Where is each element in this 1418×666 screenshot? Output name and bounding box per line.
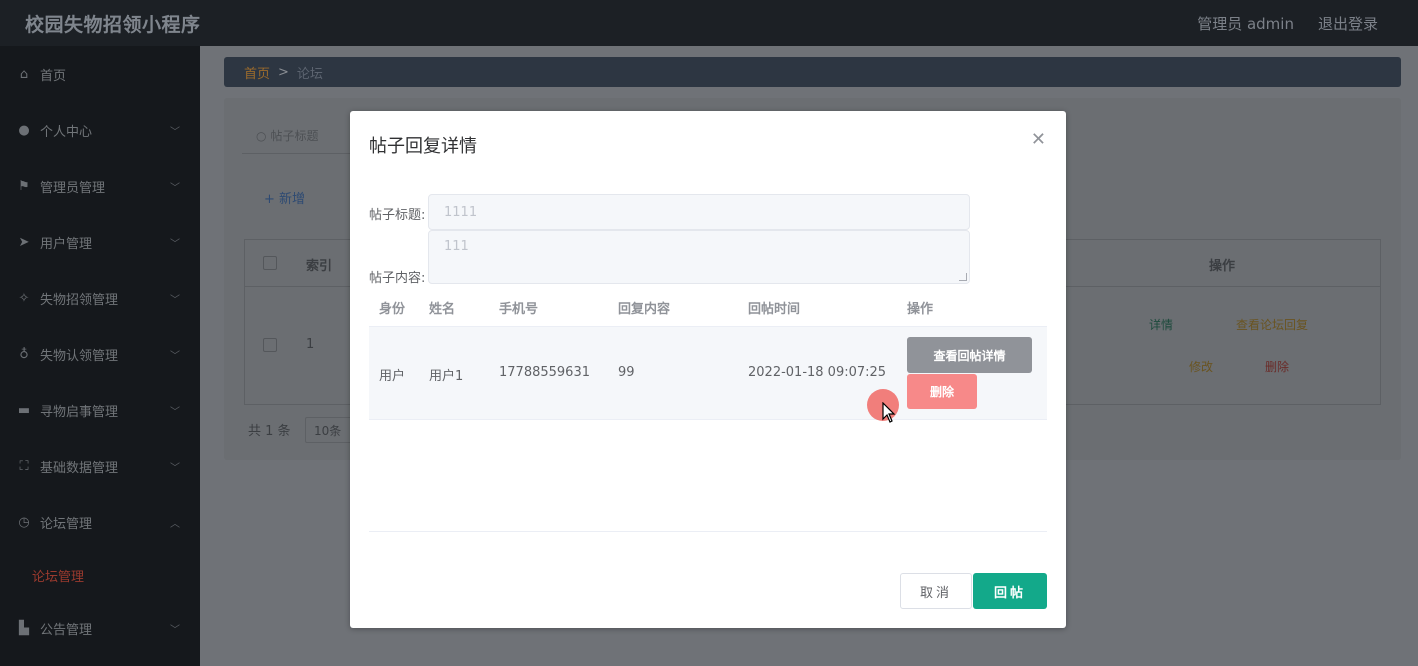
breadcrumb: 首页 > 论坛 [224, 57, 1401, 87]
sidebar-item-forum[interactable]: ◷ 论坛管理 ︿ [0, 494, 200, 550]
flag-icon: ⚑ [18, 178, 30, 194]
logout-link[interactable]: 退出登录 [1318, 13, 1378, 34]
home-icon: ⌂ [19, 66, 29, 82]
delete-link[interactable]: 删除 [1265, 358, 1289, 375]
close-icon[interactable]: ✕ [1031, 129, 1046, 150]
sidebar-item-users[interactable]: ➤ 用户管理 ﹀ [0, 214, 200, 270]
sidebar-item-base-data[interactable]: ⛶ 基础数据管理 ﹀ [0, 438, 200, 494]
sidebar-item-label: 失物招领管理 [40, 292, 119, 308]
chevron-down-icon: ﹀ [170, 238, 180, 250]
chevron-down-icon: ﹀ [170, 126, 180, 138]
chevron-down-icon: ﹀ [170, 294, 180, 306]
mouse-cursor-icon [882, 402, 896, 423]
sidebar-item-label: 失物认领管理 [40, 348, 119, 364]
column-name: 姓名 [429, 302, 456, 317]
sidebar-item-announcements[interactable]: ▙ 公告管理 ﹀ [0, 600, 200, 656]
sidebar-item-label: 公告管理 [40, 622, 93, 638]
divider [369, 531, 1047, 532]
sidebar-item-label: 首页 [40, 68, 67, 84]
send-icon: ➤ [18, 234, 30, 250]
top-bar: 校园失物招领小程序 管理员 admin 退出登录 [0, 0, 1418, 46]
sidebar-item-lost-found[interactable]: ✧ 失物招领管理 ﹀ [0, 270, 200, 326]
search-icon: ○ [256, 128, 267, 143]
column-reply-time: 回帖时间 [748, 302, 801, 317]
app-title: 校园失物招领小程序 [25, 13, 201, 36]
sidebar-item-label: 用户管理 [40, 236, 93, 252]
reply-name: 用户1 [429, 369, 464, 384]
reply-button[interactable]: 回帖 [973, 573, 1047, 609]
breadcrumb-current: 论坛 [296, 66, 323, 82]
user-icon: ● [18, 122, 30, 138]
sidebar-item-profile[interactable]: ● 个人中心 ﹀ [0, 102, 200, 158]
breadcrumb-home[interactable]: 首页 [244, 63, 270, 82]
sidebar-subitem-forum[interactable]: 论坛管理 [0, 550, 200, 600]
admin-user-label[interactable]: 管理员 admin [1197, 13, 1294, 34]
column-role: 身份 [379, 302, 406, 317]
reply-content: 99 [618, 365, 635, 380]
post-title-label: 帖子标题: [369, 208, 426, 223]
post-title-field[interactable]: 1111 [428, 194, 970, 230]
pagination-total: 共 1 条 [248, 424, 291, 439]
chevron-down-icon: ﹀ [170, 182, 180, 194]
thumb-icon: ▙ [19, 620, 29, 636]
detail-link[interactable]: 详情 [1149, 316, 1173, 333]
select-all-checkbox[interactable] [263, 256, 277, 270]
sidebar-item-label: 寻物启事管理 [40, 404, 119, 420]
sidebar-item-label: 基础数据管理 [40, 460, 119, 476]
breadcrumb-separator: > [278, 64, 289, 80]
microphone-icon: ♁ [19, 346, 29, 362]
table-row: 用户 用户1 17788559631 99 2022-01-18 09:07:2… [369, 327, 1047, 420]
column-reply-content: 回复内容 [618, 302, 671, 317]
message-icon: ▬ [17, 402, 31, 418]
row-index: 1 [306, 337, 315, 352]
view-forum-replies-link[interactable]: 查看论坛回复 [1236, 316, 1308, 333]
sidebar-item-notices[interactable]: ▬ 寻物启事管理 ﹀ [0, 382, 200, 438]
post-content-value: 111 [444, 239, 469, 254]
column-actions: 操作 [907, 302, 934, 317]
column-index: 索引 [306, 259, 333, 274]
chevron-down-icon: ﹀ [170, 462, 180, 474]
chevron-down-icon: ﹀ [170, 624, 180, 636]
resize-handle-icon[interactable] [959, 273, 967, 281]
column-phone: 手机号 [499, 302, 539, 317]
reply-time: 2022-01-18 09:07:25 [748, 365, 887, 380]
reply-table-header: 身份 姓名 手机号 回复内容 回帖时间 操作 [369, 287, 1047, 327]
sidebar-item-admins[interactable]: ⚑ 管理员管理 ﹀ [0, 158, 200, 214]
row-checkbox[interactable] [263, 338, 277, 352]
sidebar-item-label: 管理员管理 [40, 180, 106, 196]
chevron-up-icon: ︿ [170, 518, 180, 530]
sidebar-item-home[interactable]: ⌂ 首页 [0, 46, 200, 102]
magic-icon: ✧ [18, 290, 30, 306]
sidebar: ⌂ 首页 ● 个人中心 ﹀ ⚑ 管理员管理 ﹀ ➤ 用户管理 ﹀ ✧ 失物招领管… [0, 46, 200, 666]
sidebar-item-claims[interactable]: ♁ 失物认领管理 ﹀ [0, 326, 200, 382]
chevron-down-icon: ﹀ [170, 350, 180, 362]
delete-reply-button[interactable]: 删除 [907, 374, 977, 409]
post-content-label: 帖子内容: [369, 271, 426, 286]
reply-phone: 17788559631 [499, 365, 590, 380]
view-reply-details-button[interactable]: 查看回帖详情 [907, 337, 1032, 373]
post-content-field[interactable]: 111 [428, 230, 970, 284]
dialog-title: 帖子回复详情 [369, 136, 477, 157]
add-button[interactable]: + 新增 [264, 188, 305, 207]
sidebar-item-label: 个人中心 [40, 124, 93, 140]
edit-link[interactable]: 修改 [1189, 358, 1213, 375]
dashboard-icon: ◷ [18, 514, 30, 530]
sidebar-item-label: 论坛管理 [40, 516, 93, 532]
reply-role: 用户 [379, 369, 406, 384]
search-placeholder: 帖子标题 [270, 129, 319, 143]
fullscreen-icon: ⛶ [19, 458, 29, 474]
cancel-button[interactable]: 取消 [900, 573, 972, 609]
reply-details-dialog: 帖子回复详情 ✕ 帖子标题: 1111 帖子内容: 111 身份 姓名 手机号 … [350, 111, 1066, 628]
column-actions: 操作 [1209, 259, 1236, 274]
chevron-down-icon: ﹀ [170, 406, 180, 418]
